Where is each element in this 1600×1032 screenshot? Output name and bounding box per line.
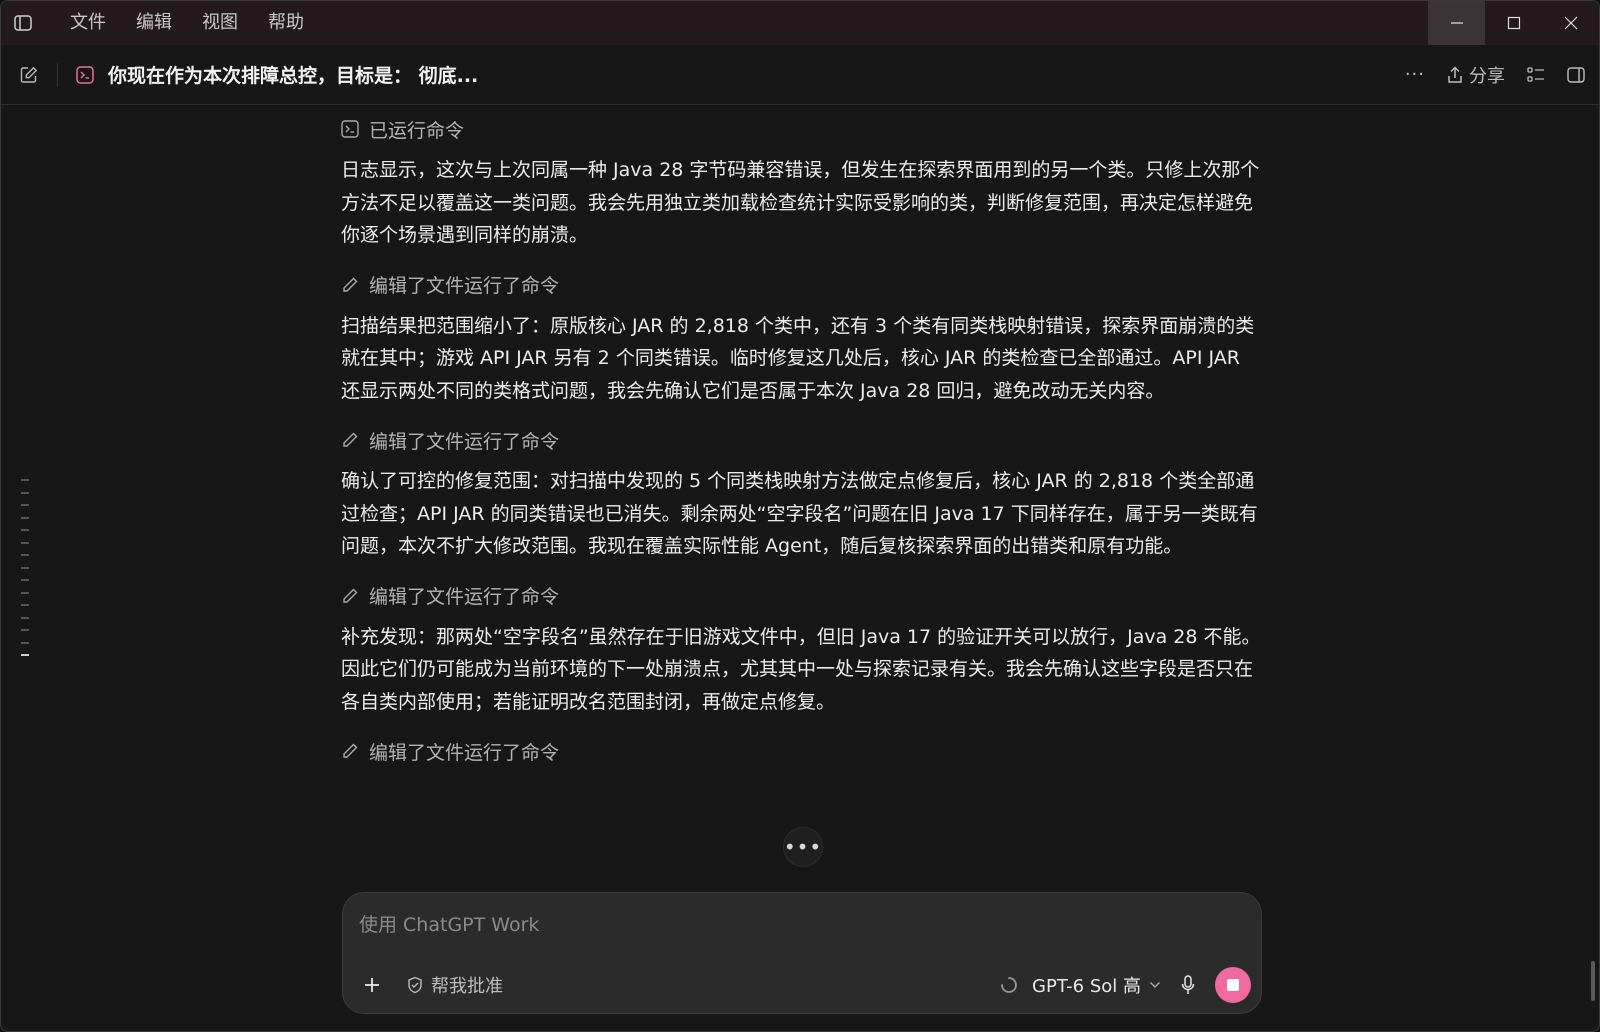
terminal-icon <box>341 120 359 138</box>
checklist-icon <box>1527 66 1544 82</box>
side-panel-icon <box>1567 66 1585 83</box>
scroll-more-button[interactable]: ••• <box>783 827 823 867</box>
minimize-icon <box>1450 22 1463 24</box>
menu-help[interactable]: 帮助 <box>253 1 319 45</box>
maximize-icon <box>1507 16 1520 30</box>
terminal-chat-icon <box>76 65 94 84</box>
chevron-down-icon <box>1150 982 1160 988</box>
edited-files-row[interactable]: 编辑了文件运行了命令 <box>341 415 1263 465</box>
share-label: 分享 <box>1469 65 1505 87</box>
composer-right-controls: GPT-6 Sol 高 <box>1000 957 1251 1013</box>
action-label: 编辑了文件运行了命令 <box>369 430 560 453</box>
action-label: 编辑了文件运行了命令 <box>369 586 560 608</box>
pencil-icon <box>343 743 358 758</box>
window-controls <box>1428 1 1599 45</box>
model-label: GPT-6 Sol 高 <box>1032 976 1141 997</box>
header-divider <box>57 62 58 87</box>
model-selector[interactable]: GPT-6 Sol 高 <box>1032 972 1161 998</box>
title-bar: 文件 编辑 视图 帮助 <box>1 1 1599 45</box>
auto-approve-button[interactable]: 帮我批准 <box>407 972 503 998</box>
action-label: 编辑了文件运行了命令 <box>369 741 560 764</box>
ran-command-row[interactable]: 已运行命令 <box>341 104 1263 154</box>
more-dots: ••• <box>783 835 823 859</box>
loading-spinner-icon <box>1001 977 1017 993</box>
approve-label: 帮我批准 <box>431 976 503 997</box>
assistant-message: 扫描结果把范围缩小了：原版核心 JAR 的 2,818 个类中，还有 3 个类有… <box>341 314 1255 402</box>
assistant-message: 补充发现：那两处“空字段名”虽然存在于旧游戏文件中，但旧 Java 17 的验证… <box>341 625 1261 713</box>
sidebar-toggle-icon[interactable] <box>1 1 45 45</box>
pencil-icon <box>343 277 358 292</box>
conversation-header: 你现在作为本次排障总控，目标是： 彻底... ··· 分享 <box>1 45 1599 105</box>
conversation-minimap[interactable] <box>21 479 31 667</box>
menu-edit[interactable]: 编辑 <box>121 1 187 45</box>
assistant-message: 确认了可控的修复范围：对扫描中发现的 5 个同类栈映射方法做定点修复后，核心 J… <box>341 470 1258 557</box>
prompt-input[interactable] <box>357 907 1241 943</box>
composer: 帮我批准 GPT-6 Sol 高 <box>342 892 1262 1014</box>
voice-input-button[interactable] <box>1175 975 1201 995</box>
menu-view[interactable]: 视图 <box>187 1 253 45</box>
add-attachment-button[interactable] <box>357 970 387 1000</box>
vertical-scrollbar[interactable] <box>1591 961 1595 1001</box>
action-label: 编辑了文件运行了命令 <box>369 275 560 297</box>
stop-generation-button[interactable] <box>1215 967 1251 1003</box>
side-panel-button[interactable] <box>1567 66 1585 83</box>
maximize-button[interactable] <box>1485 1 1542 45</box>
header-actions: ··· 分享 <box>1405 45 1585 104</box>
share-button[interactable]: 分享 <box>1447 62 1505 88</box>
app-window: 文件 编辑 视图 帮助 你现在作为本次排障总控，目标是： 彻底... ··· 分… <box>0 0 1600 1032</box>
microphone-icon <box>1181 975 1195 994</box>
pencil-icon <box>343 432 358 447</box>
compose-icon <box>20 66 38 83</box>
conversation-title[interactable]: 你现在作为本次排障总控，目标是： 彻底... <box>108 61 478 88</box>
edited-files-row[interactable]: 编辑了文件运行了命令 <box>341 260 1263 310</box>
task-list-button[interactable] <box>1527 66 1545 83</box>
edited-files-row[interactable]: 编辑了文件运行了命令 <box>341 571 1263 621</box>
action-label: 已运行命令 <box>369 119 465 142</box>
edited-files-row[interactable]: 编辑了文件运行了命令 <box>341 726 1263 776</box>
share-icon <box>1448 65 1462 83</box>
more-options-icon[interactable]: ··· <box>1405 64 1425 85</box>
pencil-icon <box>343 588 358 603</box>
new-chat-button[interactable] <box>1 66 57 84</box>
conversation-content: 已运行命令 日志显示，这次与上次同属一种 Java 28 字节码兼容错误，但发生… <box>341 104 1263 776</box>
shield-icon <box>408 976 422 994</box>
assistant-message: 日志显示，这次与上次同属一种 Java 28 字节码兼容错误，但发生在探索界面用… <box>341 159 1260 246</box>
composer-toolbar: 帮我批准 GPT-6 Sol 高 <box>343 957 1261 1013</box>
close-icon <box>1564 16 1577 30</box>
minimize-button[interactable] <box>1428 1 1485 45</box>
menu-file[interactable]: 文件 <box>55 1 121 45</box>
plus-icon <box>365 978 379 992</box>
menu-bar: 文件 编辑 视图 帮助 <box>55 1 319 45</box>
stop-icon <box>1227 979 1239 991</box>
close-button[interactable] <box>1542 1 1599 45</box>
